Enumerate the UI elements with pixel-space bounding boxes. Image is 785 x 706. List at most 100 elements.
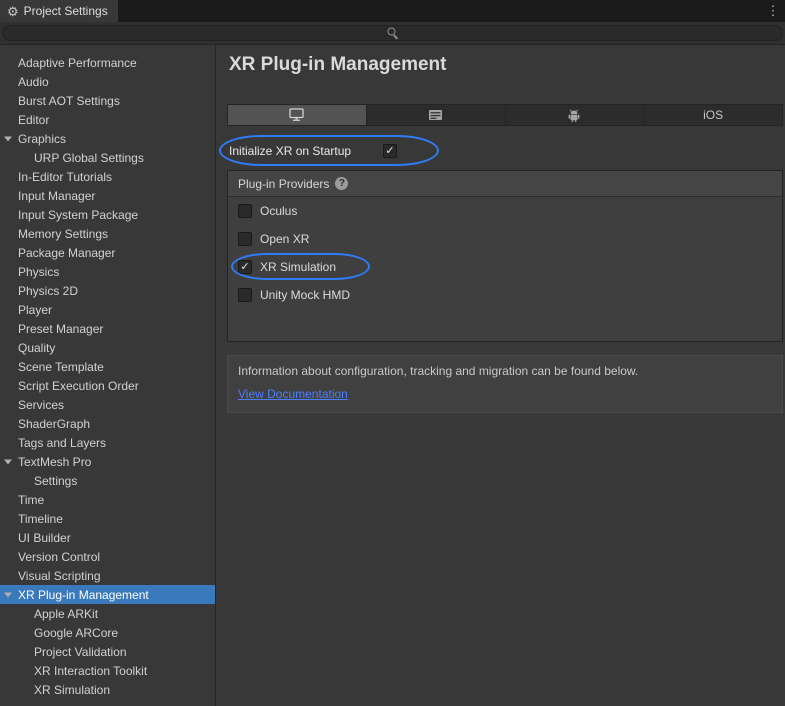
provider-row-oculus: Oculus: [228, 197, 782, 225]
android-robot-icon: [568, 109, 580, 122]
sidebar-item-ui-builder[interactable]: UI Builder: [0, 528, 215, 547]
plugin-providers-header-label: Plug-in Providers: [238, 176, 330, 191]
sidebar-item-editor[interactable]: Editor: [0, 110, 215, 129]
sidebar-item-player[interactable]: Player: [0, 300, 215, 319]
provider-checkbox-xr-simulation[interactable]: ✓: [238, 260, 252, 274]
sidebar-item-label: Editor: [18, 112, 50, 127]
title-bar: ⚙ Project Settings ⋮: [0, 0, 785, 22]
sidebar-item-label: Time: [18, 492, 45, 507]
provider-checkbox-unity-mock-hmd[interactable]: [238, 288, 252, 302]
window-menu-kebab-icon[interactable]: ⋮: [765, 0, 781, 22]
sidebar-item-label: Preset Manager: [18, 321, 104, 336]
platform-tab-ios-label: iOS: [703, 108, 724, 122]
sidebar-item-label: Memory Settings: [18, 226, 109, 241]
sidebar-item-label: In-Editor Tutorials: [18, 169, 113, 184]
sidebar-item-package-manager[interactable]: Package Manager: [0, 243, 215, 262]
search-input[interactable]: [2, 25, 783, 41]
providers-body: Oculus Open XR ✓ XR Simulation Unity Mock HM…: [228, 197, 782, 309]
sidebar-item-xr-plug-in-management[interactable]: XR Plug-in Management: [0, 585, 215, 604]
sidebar-item-label: Input Manager: [18, 188, 96, 203]
sidebar-item-adaptive-performance[interactable]: Adaptive Performance: [0, 53, 215, 72]
main-panel: XR Plug-in Management iOS Initialize XR …: [216, 45, 785, 706]
provider-row-xr-simulation: ✓ XR Simulation: [228, 253, 782, 281]
sidebar-item-label: Graphics: [18, 131, 67, 146]
platform-tab-android[interactable]: [505, 105, 645, 125]
sidebar-item-xr-interaction-toolkit[interactable]: XR Interaction Toolkit: [0, 661, 215, 680]
sidebar-item-label: Package Manager: [18, 245, 116, 260]
plugin-providers-box: Plug-in Providers ? Oculus Open XR ✓ XR Sim…: [227, 170, 783, 342]
sidebar-item-label: XR Interaction Toolkit: [34, 663, 148, 678]
sidebar-item-burst-aot-settings[interactable]: Burst AOT Settings: [0, 91, 215, 110]
sidebar-item-textmesh-pro[interactable]: TextMesh Pro: [0, 452, 215, 471]
sidebar-item-audio[interactable]: Audio: [0, 72, 215, 91]
sidebar-item-label: Player: [18, 302, 53, 317]
provider-label: XR Simulation: [260, 260, 337, 274]
sidebar-item-project-validation[interactable]: Project Validation: [0, 642, 215, 661]
sidebar-item-services[interactable]: Services: [0, 395, 215, 414]
sidebar-item-label: Audio: [18, 74, 49, 89]
view-documentation-link[interactable]: View Documentation: [238, 387, 348, 401]
foldout-arrow-icon[interactable]: [4, 459, 12, 464]
info-text: Information about configuration, trackin…: [238, 364, 639, 378]
sidebar-item-label: Visual Scripting: [18, 568, 101, 583]
sidebar-item-quality[interactable]: Quality: [0, 338, 215, 357]
sidebar-item-tags-and-layers[interactable]: Tags and Layers: [0, 433, 215, 452]
sidebar-item-scene-template[interactable]: Scene Template: [0, 357, 215, 376]
provider-label: Oculus: [260, 204, 298, 218]
platform-tab-ios[interactable]: iOS: [644, 105, 782, 125]
sidebar-item-version-control[interactable]: Version Control: [0, 547, 215, 566]
sidebar-item-xr-simulation[interactable]: XR Simulation: [0, 680, 215, 699]
initialize-xr-label: Initialize XR on Startup: [229, 144, 352, 158]
sidebar-item-apple-arkit[interactable]: Apple ARKit: [0, 604, 215, 623]
sidebar-item-urp-global-settings[interactable]: URP Global Settings: [0, 148, 215, 167]
project-settings-window: ⚙ Project Settings ⋮ Adaptive Performanc…: [0, 0, 785, 706]
sidebar-item-timeline[interactable]: Timeline: [0, 509, 215, 528]
sidebar-item-physics-2d[interactable]: Physics 2D: [0, 281, 215, 300]
sidebar-item-in-editor-tutorials[interactable]: In-Editor Tutorials: [0, 167, 215, 186]
content-area: Adaptive Performance Audio Burst AOT Setti…: [0, 45, 785, 706]
sidebar-item-visual-scripting[interactable]: Visual Scripting: [0, 566, 215, 585]
sidebar-item-label: Physics: [18, 264, 60, 279]
sidebar-item-script-execution-order[interactable]: Script Execution Order: [0, 376, 215, 395]
sidebar-item-label: Script Execution Order: [18, 378, 139, 393]
sidebar-item-memory-settings[interactable]: Memory Settings: [0, 224, 215, 243]
sidebar-item-label: Adaptive Performance: [18, 55, 137, 70]
sidebar-item-shadergraph[interactable]: ShaderGraph: [0, 414, 215, 433]
sidebar-item-preset-manager[interactable]: Preset Manager: [0, 319, 215, 338]
initialize-xr-checkbox[interactable]: ✓: [383, 144, 397, 158]
sidebar-item-label: TextMesh Pro: [18, 454, 92, 469]
sidebar-item-label: Input System Package: [18, 207, 139, 222]
platform-tab-universal[interactable]: [366, 105, 506, 125]
provider-checkbox-open-xr[interactable]: [238, 232, 252, 246]
provider-row-unity-mock-hmd: Unity Mock HMD: [228, 281, 782, 309]
gear-icon: ⚙: [7, 3, 19, 19]
sidebar-item-label: Scene Template: [18, 359, 104, 374]
sidebar-item-google-arcore[interactable]: Google ARCore: [0, 623, 215, 642]
sidebar-item-time[interactable]: Time: [0, 490, 215, 509]
sidebar-item-graphics[interactable]: Graphics: [0, 129, 215, 148]
help-icon[interactable]: ?: [335, 177, 349, 190]
sidebar-item-label: XR Simulation: [34, 682, 111, 697]
search-toolbar: [0, 22, 785, 45]
sidebar-item-label: Services: [18, 397, 65, 412]
sidebar-item-label: UI Builder: [18, 530, 71, 545]
sidebar-item-label: Burst AOT Settings: [18, 93, 120, 108]
initialize-xr-row: Initialize XR on Startup ✓: [219, 135, 783, 166]
foldout-arrow-icon[interactable]: [4, 136, 12, 141]
sidebar-item-label: Timeline: [18, 511, 63, 526]
platform-tab-desktop[interactable]: [228, 105, 367, 125]
desktop-monitor-icon: [289, 108, 305, 121]
provider-label: Open XR: [260, 232, 310, 246]
sidebar-item-input-manager[interactable]: Input Manager: [0, 186, 215, 205]
sidebar-item-input-system-package[interactable]: Input System Package: [0, 205, 215, 224]
sidebar-item-label: Quality: [18, 340, 56, 355]
project-settings-tab[interactable]: ⚙ Project Settings: [0, 0, 118, 22]
foldout-arrow-icon[interactable]: [4, 592, 12, 597]
platform-tab-strip: iOS: [227, 104, 783, 126]
sidebar-item-physics[interactable]: Physics: [0, 262, 215, 281]
sidebar: Adaptive Performance Audio Burst AOT Setti…: [0, 45, 216, 706]
sidebar-item-settings[interactable]: Settings: [0, 471, 215, 490]
provider-checkbox-oculus[interactable]: [238, 204, 252, 218]
sidebar-item-label: Project Validation: [34, 644, 127, 659]
sidebar-item-label: XR Plug-in Management: [18, 587, 149, 602]
